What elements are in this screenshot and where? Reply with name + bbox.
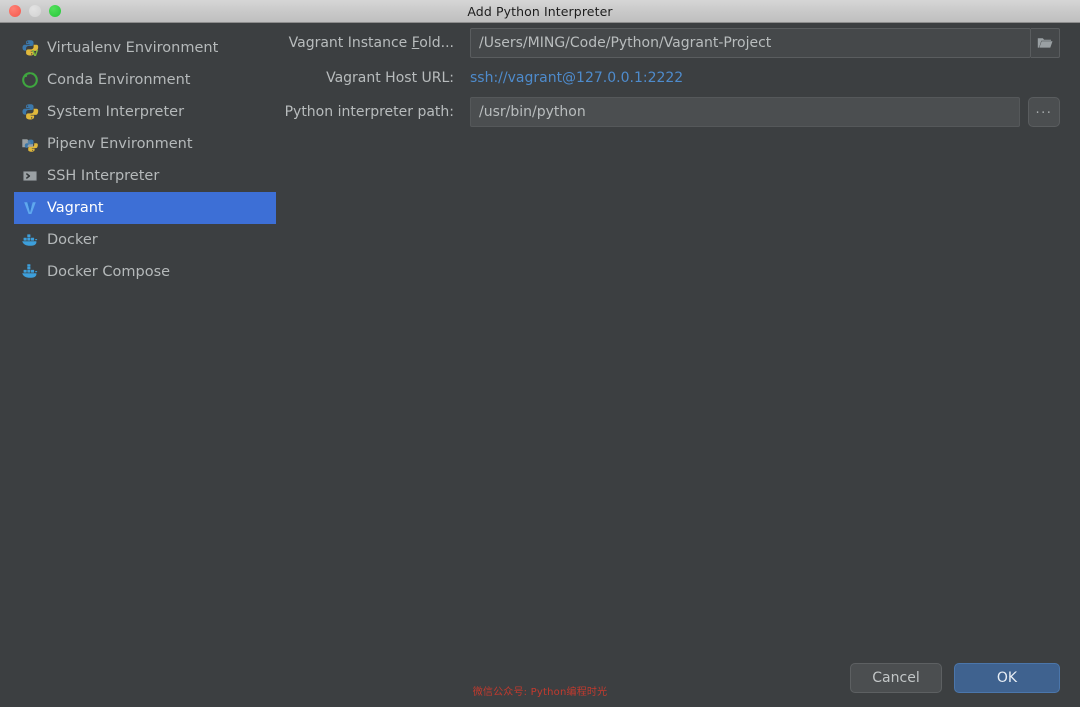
dialog-content: V Virtualenv Environment Conda Environme…: [0, 23, 1080, 707]
docker-compose-icon: [21, 263, 39, 281]
window-controls: [0, 5, 61, 17]
dialog-buttons: Cancel OK: [850, 663, 1060, 693]
python-icon: [21, 103, 39, 121]
dialog-footer: 微信公众号: Python编程时光 Cancel OK: [0, 647, 1080, 707]
pipenv-icon: [21, 135, 39, 153]
python-interpreter-path-label: Python interpreter path:: [284, 104, 454, 120]
sidebar-item-docker[interactable]: Docker: [14, 224, 276, 256]
cancel-button[interactable]: Cancel: [850, 663, 942, 693]
sidebar-item-label: System Interpreter: [47, 104, 185, 120]
sidebar-item-conda-environment[interactable]: Conda Environment: [14, 64, 276, 96]
folder-open-icon[interactable]: [1031, 28, 1060, 58]
sidebar-item-system-interpreter[interactable]: System Interpreter: [14, 96, 276, 128]
sidebar-item-pipenv-environment[interactable]: Pipenv Environment: [14, 128, 276, 160]
conda-icon: [21, 71, 39, 89]
close-window-button[interactable]: [9, 5, 21, 17]
vagrant-host-url-link[interactable]: ssh://vagrant@127.0.0.1:2222: [470, 70, 683, 86]
sidebar-item-virtualenv-environment[interactable]: V Virtualenv Environment: [14, 32, 276, 64]
vagrant-host-url-row: Vagrant Host URL: ssh://vagrant@127.0.0.…: [277, 63, 1060, 93]
sidebar-item-label: Virtualenv Environment: [47, 40, 219, 56]
sidebar-item-label: Pipenv Environment: [47, 136, 193, 152]
sidebar-item-docker-compose[interactable]: Docker Compose: [14, 256, 276, 288]
vagrant-host-url-label: Vagrant Host URL:: [326, 70, 454, 86]
vagrant-settings-panel: Vagrant Instance Fold... /Users/MING/Cod…: [277, 23, 1080, 707]
title-bar: Add Python Interpreter: [0, 0, 1080, 23]
zoom-window-button[interactable]: [49, 5, 61, 17]
interpreter-type-list: V Virtualenv Environment Conda Environme…: [0, 23, 277, 707]
svg-text:V: V: [32, 49, 39, 57]
vagrant-icon: [21, 199, 39, 217]
python-interpreter-path-input[interactable]: /usr/bin/python: [470, 97, 1020, 127]
sidebar-item-label: Vagrant: [47, 200, 104, 216]
window-title: Add Python Interpreter: [467, 3, 613, 19]
python-virtualenv-icon: V: [21, 39, 39, 57]
label-prefix: Vagrant Instance: [288, 35, 412, 51]
add-python-interpreter-dialog: Add Python Interpreter V Virtualenv Envi…: [0, 0, 1080, 707]
sidebar-item-label: SSH Interpreter: [47, 168, 160, 184]
python-interpreter-path-row: Python interpreter path: /usr/bin/python…: [277, 97, 1060, 127]
label-suffix: old...: [419, 35, 454, 51]
ok-button[interactable]: OK: [954, 663, 1060, 693]
vagrant-instance-folder-input[interactable]: /Users/MING/Code/Python/Vagrant-Project: [470, 28, 1031, 58]
docker-icon: [21, 231, 39, 249]
sidebar-item-label: Docker: [47, 232, 98, 248]
minimize-window-button[interactable]: [29, 5, 41, 17]
terminal-icon: [21, 167, 39, 185]
sidebar-item-label: Docker Compose: [47, 264, 171, 280]
python-interpreter-browse-button[interactable]: ...: [1028, 97, 1060, 127]
vagrant-instance-folder-label: Vagrant Instance Fold...: [277, 35, 470, 51]
sidebar-item-label: Conda Environment: [47, 72, 191, 88]
sidebar-item-ssh-interpreter[interactable]: SSH Interpreter: [14, 160, 276, 192]
sidebar-item-vagrant[interactable]: Vagrant: [14, 192, 276, 224]
vagrant-instance-folder-row: Vagrant Instance Fold... /Users/MING/Cod…: [277, 28, 1060, 58]
